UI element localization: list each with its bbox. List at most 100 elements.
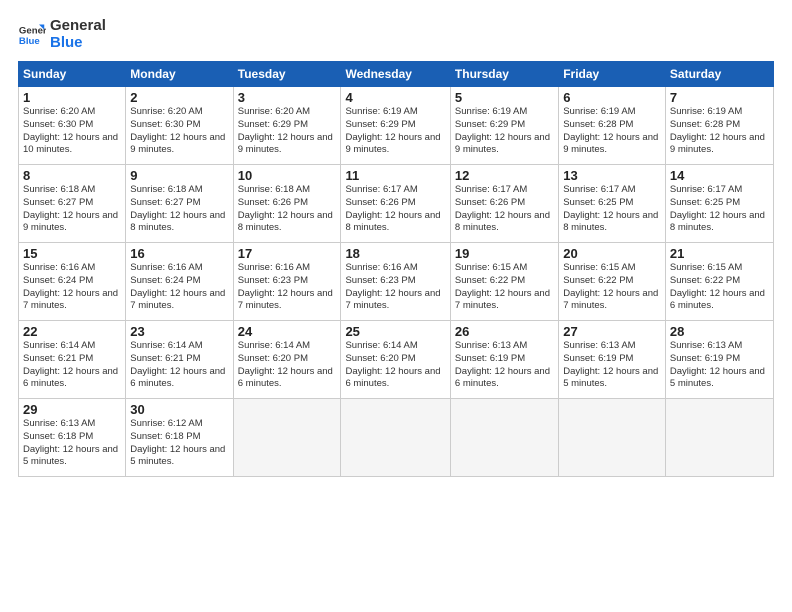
col-thursday: Thursday [450,62,558,87]
table-row [341,399,450,477]
table-row: 23 Sunrise: 6:14 AM Sunset: 6:21 PM Dayl… [126,321,233,399]
day-info: Sunrise: 6:14 AM Sunset: 6:21 PM Dayligh… [23,340,121,391]
day-number: 12 [455,168,554,183]
day-number: 29 [23,402,121,417]
table-row: 24 Sunrise: 6:14 AM Sunset: 6:20 PM Dayl… [233,321,341,399]
table-row: 18 Sunrise: 6:16 AM Sunset: 6:23 PM Dayl… [341,243,450,321]
table-row [450,399,558,477]
col-sunday: Sunday [19,62,126,87]
table-row: 13 Sunrise: 6:17 AM Sunset: 6:25 PM Dayl… [559,165,666,243]
day-info: Sunrise: 6:15 AM Sunset: 6:22 PM Dayligh… [670,262,769,313]
day-info: Sunrise: 6:13 AM Sunset: 6:19 PM Dayligh… [455,340,554,391]
col-saturday: Saturday [665,62,773,87]
table-row: 22 Sunrise: 6:14 AM Sunset: 6:21 PM Dayl… [19,321,126,399]
day-number: 21 [670,246,769,261]
day-info: Sunrise: 6:19 AM Sunset: 6:28 PM Dayligh… [563,106,661,157]
table-row: 17 Sunrise: 6:16 AM Sunset: 6:23 PM Dayl… [233,243,341,321]
day-number: 25 [345,324,445,339]
table-row [233,399,341,477]
day-info: Sunrise: 6:17 AM Sunset: 6:26 PM Dayligh… [455,184,554,235]
day-info: Sunrise: 6:17 AM Sunset: 6:26 PM Dayligh… [345,184,445,235]
day-number: 18 [345,246,445,261]
day-number: 13 [563,168,661,183]
logo: General Blue General Blue [18,18,106,51]
table-row: 1 Sunrise: 6:20 AM Sunset: 6:30 PM Dayli… [19,87,126,165]
day-number: 28 [670,324,769,339]
table-row: 25 Sunrise: 6:14 AM Sunset: 6:20 PM Dayl… [341,321,450,399]
table-row: 21 Sunrise: 6:15 AM Sunset: 6:22 PM Dayl… [665,243,773,321]
day-info: Sunrise: 6:18 AM Sunset: 6:27 PM Dayligh… [130,184,228,235]
table-row: 12 Sunrise: 6:17 AM Sunset: 6:26 PM Dayl… [450,165,558,243]
table-row [559,399,666,477]
day-number: 16 [130,246,228,261]
day-info: Sunrise: 6:16 AM Sunset: 6:23 PM Dayligh… [238,262,337,313]
day-number: 26 [455,324,554,339]
day-number: 2 [130,90,228,105]
day-info: Sunrise: 6:17 AM Sunset: 6:25 PM Dayligh… [563,184,661,235]
day-info: Sunrise: 6:18 AM Sunset: 6:27 PM Dayligh… [23,184,121,235]
day-info: Sunrise: 6:20 AM Sunset: 6:30 PM Dayligh… [23,106,121,157]
table-row: 15 Sunrise: 6:16 AM Sunset: 6:24 PM Dayl… [19,243,126,321]
day-info: Sunrise: 6:15 AM Sunset: 6:22 PM Dayligh… [455,262,554,313]
day-info: Sunrise: 6:18 AM Sunset: 6:26 PM Dayligh… [238,184,337,235]
day-number: 22 [23,324,121,339]
table-row: 19 Sunrise: 6:15 AM Sunset: 6:22 PM Dayl… [450,243,558,321]
table-row: 3 Sunrise: 6:20 AM Sunset: 6:29 PM Dayli… [233,87,341,165]
day-number: 11 [345,168,445,183]
day-info: Sunrise: 6:14 AM Sunset: 6:20 PM Dayligh… [238,340,337,391]
day-info: Sunrise: 6:19 AM Sunset: 6:29 PM Dayligh… [345,106,445,157]
table-row: 29 Sunrise: 6:13 AM Sunset: 6:18 PM Dayl… [19,399,126,477]
day-number: 30 [130,402,228,417]
day-number: 10 [238,168,337,183]
col-monday: Monday [126,62,233,87]
table-row [665,399,773,477]
day-info: Sunrise: 6:16 AM Sunset: 6:24 PM Dayligh… [23,262,121,313]
day-number: 4 [345,90,445,105]
day-number: 6 [563,90,661,105]
day-number: 19 [455,246,554,261]
table-row: 10 Sunrise: 6:18 AM Sunset: 6:26 PM Dayl… [233,165,341,243]
table-row: 28 Sunrise: 6:13 AM Sunset: 6:19 PM Dayl… [665,321,773,399]
day-number: 3 [238,90,337,105]
day-info: Sunrise: 6:15 AM Sunset: 6:22 PM Dayligh… [563,262,661,313]
table-row: 2 Sunrise: 6:20 AM Sunset: 6:30 PM Dayli… [126,87,233,165]
day-info: Sunrise: 6:14 AM Sunset: 6:21 PM Dayligh… [130,340,228,391]
calendar-table: Sunday Monday Tuesday Wednesday Thursday… [18,61,774,477]
day-info: Sunrise: 6:19 AM Sunset: 6:29 PM Dayligh… [455,106,554,157]
day-number: 20 [563,246,661,261]
table-row: 7 Sunrise: 6:19 AM Sunset: 6:28 PM Dayli… [665,87,773,165]
day-number: 15 [23,246,121,261]
table-row: 30 Sunrise: 6:12 AM Sunset: 6:18 PM Dayl… [126,399,233,477]
day-number: 8 [23,168,121,183]
table-row: 9 Sunrise: 6:18 AM Sunset: 6:27 PM Dayli… [126,165,233,243]
day-info: Sunrise: 6:20 AM Sunset: 6:30 PM Dayligh… [130,106,228,157]
day-info: Sunrise: 6:19 AM Sunset: 6:28 PM Dayligh… [670,106,769,157]
day-number: 14 [670,168,769,183]
table-row: 4 Sunrise: 6:19 AM Sunset: 6:29 PM Dayli… [341,87,450,165]
table-row: 6 Sunrise: 6:19 AM Sunset: 6:28 PM Dayli… [559,87,666,165]
day-number: 27 [563,324,661,339]
day-info: Sunrise: 6:20 AM Sunset: 6:29 PM Dayligh… [238,106,337,157]
table-row: 26 Sunrise: 6:13 AM Sunset: 6:19 PM Dayl… [450,321,558,399]
day-number: 9 [130,168,228,183]
table-row: 14 Sunrise: 6:17 AM Sunset: 6:25 PM Dayl… [665,165,773,243]
col-tuesday: Tuesday [233,62,341,87]
table-row: 27 Sunrise: 6:13 AM Sunset: 6:19 PM Dayl… [559,321,666,399]
day-number: 1 [23,90,121,105]
day-info: Sunrise: 6:17 AM Sunset: 6:25 PM Dayligh… [670,184,769,235]
day-info: Sunrise: 6:16 AM Sunset: 6:23 PM Dayligh… [345,262,445,313]
header: General Blue General Blue [18,18,774,51]
day-number: 23 [130,324,228,339]
day-info: Sunrise: 6:13 AM Sunset: 6:19 PM Dayligh… [563,340,661,391]
col-wednesday: Wednesday [341,62,450,87]
logo-icon: General Blue [18,21,46,49]
day-info: Sunrise: 6:13 AM Sunset: 6:19 PM Dayligh… [670,340,769,391]
logo-text-line2: Blue [50,35,106,52]
day-number: 7 [670,90,769,105]
day-info: Sunrise: 6:16 AM Sunset: 6:24 PM Dayligh… [130,262,228,313]
page: General Blue General Blue Sunday Monday … [0,0,792,612]
table-row: 11 Sunrise: 6:17 AM Sunset: 6:26 PM Dayl… [341,165,450,243]
table-row: 5 Sunrise: 6:19 AM Sunset: 6:29 PM Dayli… [450,87,558,165]
day-number: 17 [238,246,337,261]
table-row: 20 Sunrise: 6:15 AM Sunset: 6:22 PM Dayl… [559,243,666,321]
